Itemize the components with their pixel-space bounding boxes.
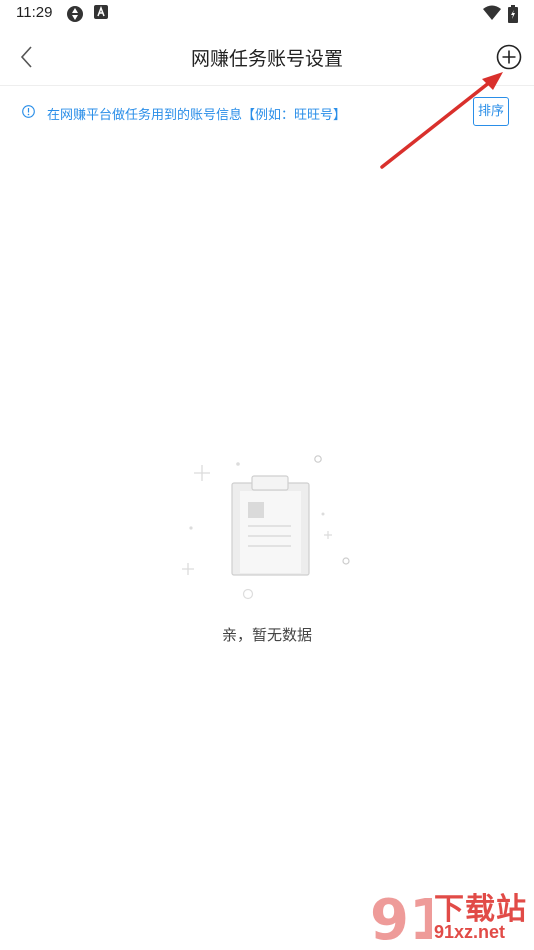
sort-button[interactable]: 排序 [473,97,509,126]
empty-message: 亲，暂无数据 [221,626,312,644]
wifi-icon [483,5,501,20]
notice-text: 在网赚平台做任务用到的账号信息【例如：旺旺号】 [47,108,347,123]
info-circle-icon [22,105,35,118]
site-logo-icon: 91 [370,888,432,950]
navigation-bar: 网赚任务账号设置 [0,28,534,86]
battery-icon [508,5,518,23]
status-time: 11:29 [16,4,53,21]
svg-text:91: 91 [370,888,432,950]
page-title: 网赚任务账号设置 [190,48,343,70]
empty-clipboard-illustration [182,455,350,600]
sync-icon [67,6,83,22]
status-bar: 11:29 [0,0,534,28]
add-account-button[interactable] [496,44,522,70]
plus-circle-icon [496,44,522,70]
notice-bar: 在网赚平台做任务用到的账号信息【例如：旺旺号】 排序 [0,86,534,140]
watermark-url: 91xz.net [434,922,506,942]
site-watermark: 91 下载站 91xz.net [368,884,534,950]
a-letter-icon [94,5,108,19]
